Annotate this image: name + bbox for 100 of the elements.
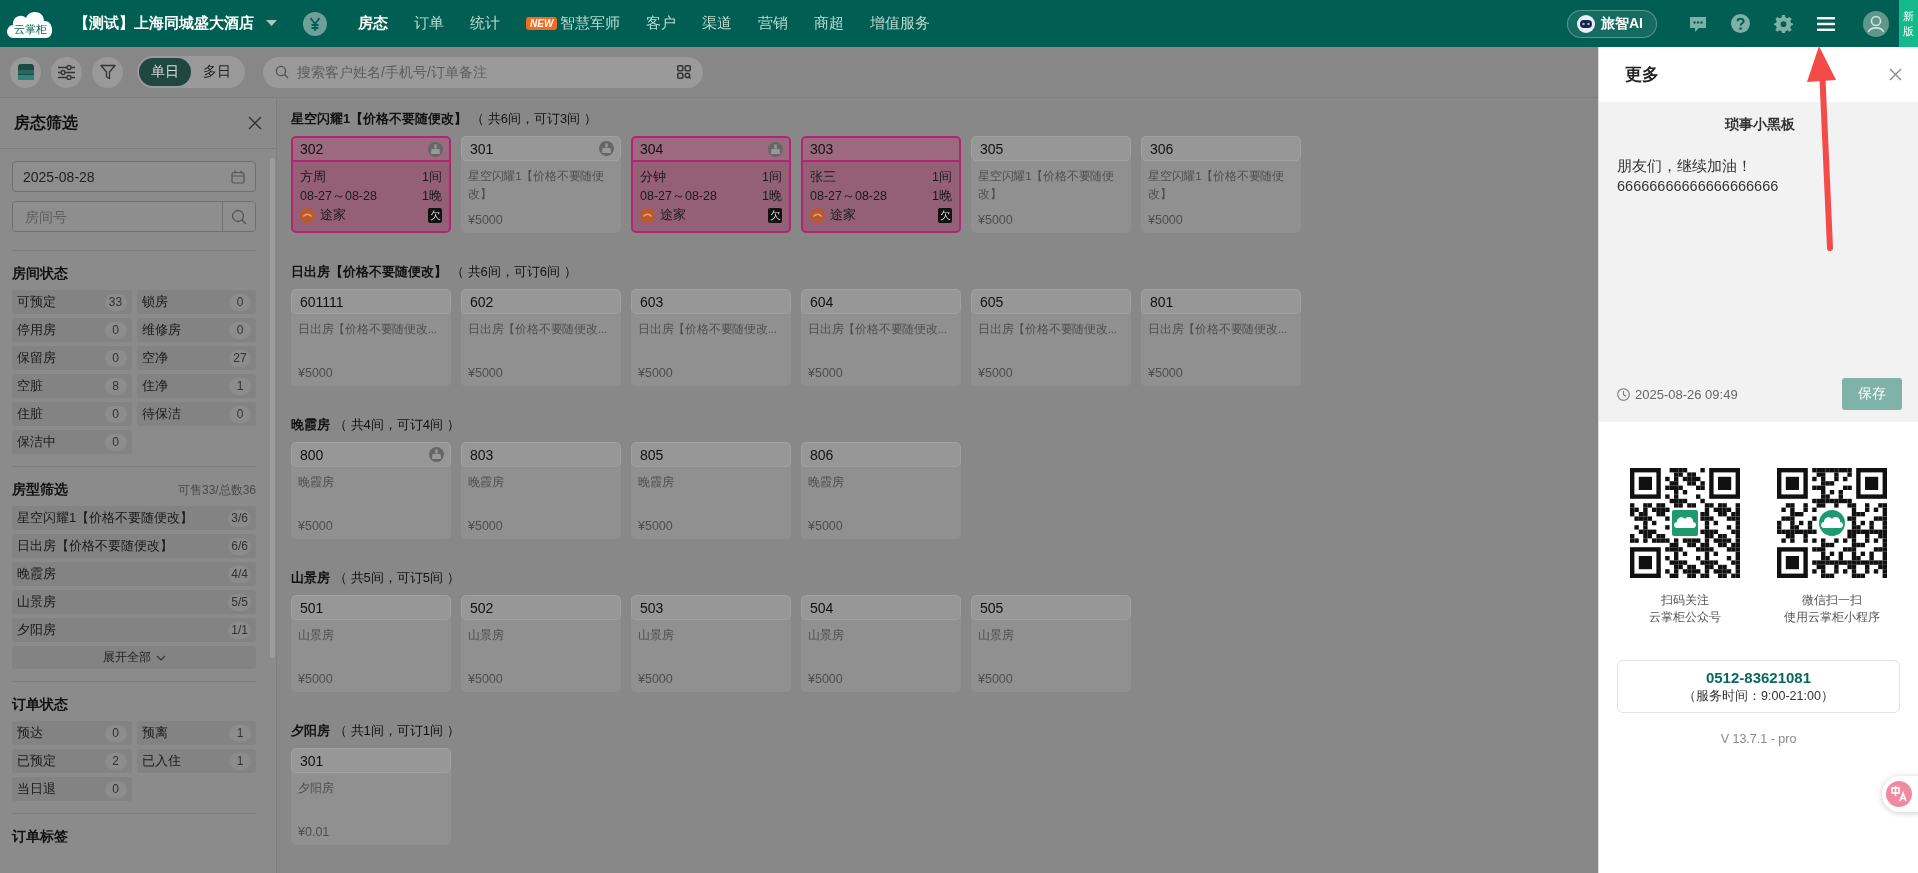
filter-chip[interactable]: 预达 0 — [12, 721, 132, 745]
message-icon[interactable] — [1689, 14, 1707, 33]
nav-tab[interactable]: 增值服务 — [857, 8, 944, 39]
room-card[interactable]: 806 晚霞房 ¥5000 — [801, 442, 961, 539]
filter-chip[interactable]: 山景房 5/5 — [12, 590, 256, 614]
filter-chip[interactable]: 锁房 0 — [136, 290, 256, 314]
view-mode-tab[interactable]: 多日 — [191, 58, 243, 86]
ai-assistant-button[interactable]: 旅智AI — [1567, 9, 1657, 38]
room-card[interactable]: 601111 日出房【价格不要随便改... ¥5000 — [291, 289, 451, 386]
nav-tab[interactable]: 营销 — [745, 8, 802, 39]
filter-chip[interactable]: 已预定 2 — [12, 749, 132, 773]
filter-chip[interactable]: 日出房【价格不要随便改】 6/6 — [12, 534, 256, 558]
search-field[interactable]: 搜索客户姓名/手机号/订单备注 — [263, 56, 703, 88]
filter-chip[interactable]: 夕阳房 1/1 — [12, 618, 256, 642]
count-badge: 5/5 — [228, 593, 251, 611]
scan-icon[interactable] — [677, 65, 691, 79]
avatar-icon[interactable] — [1863, 10, 1889, 37]
room-type-name: 日出房【价格不要随便改... — [468, 321, 608, 337]
view-mode-tab[interactable]: 单日 — [139, 58, 191, 86]
chip-label: 已预定 — [17, 752, 56, 770]
room-card[interactable]: 301 夕阳房 ¥0.01 — [291, 748, 451, 845]
room-price: ¥5000 — [298, 519, 334, 533]
layout-view-button[interactable] — [10, 56, 41, 88]
room-card[interactable]: 603 日出房【价格不要随便改... ¥5000 — [631, 289, 791, 386]
room-price: ¥5000 — [978, 366, 1014, 380]
count-badge: 6/6 — [228, 537, 251, 555]
chip-label: 星空闪耀1【价格不要随便改】 — [17, 509, 194, 527]
nav-tab[interactable]: 订单 — [401, 8, 457, 39]
room-card[interactable]: 303 张三 1间 08-27～08-28 1晚 途家 欠 — [801, 136, 961, 233]
help-icon[interactable] — [1731, 14, 1750, 33]
nav-tab[interactable]: 房态 — [345, 8, 401, 39]
chip-label: 预离 — [141, 724, 168, 742]
count-badge: 0 — [104, 433, 127, 451]
yen-icon[interactable] — [303, 11, 327, 36]
room-price: ¥5000 — [978, 213, 1014, 227]
date-field[interactable]: 2025-08-28 — [12, 161, 256, 192]
room-price: ¥5000 — [638, 519, 674, 533]
nav-tab[interactable]: 渠道 — [689, 8, 746, 39]
close-button[interactable] — [248, 116, 262, 130]
adjust-button[interactable] — [51, 56, 82, 88]
room-card[interactable]: 503 山景房 ¥5000 — [631, 595, 791, 692]
room-card[interactable]: 501 山景房 ¥5000 — [291, 595, 451, 692]
filter-chip[interactable]: 保留房 0 — [12, 346, 132, 370]
room-card[interactable]: 304 分钟 1间 08-27～08-28 1晚 途家 欠 — [631, 136, 791, 233]
room-card[interactable]: 305 星空闪耀1【价格不要随便改】 ¥5000 — [971, 136, 1131, 233]
room-card[interactable]: 306 星空闪耀1【价格不要随便改】 ¥5000 — [1141, 136, 1301, 233]
room-card[interactable]: 801 日出房【价格不要随便改... ¥5000 — [1141, 289, 1301, 386]
chip-label: 可预定 — [17, 293, 56, 311]
translate-button[interactable] — [1882, 776, 1918, 812]
room-price: ¥5000 — [468, 519, 504, 533]
room-type-name: 日出房【价格不要随便改... — [978, 321, 1118, 337]
room-card[interactable]: 301 星空闪耀1【价格不要随便改】 ¥5000 — [461, 136, 621, 233]
filter-chip[interactable]: 星空闪耀1【价格不要随便改】 3/6 — [12, 506, 256, 530]
nav-tab[interactable]: 统计 — [457, 8, 513, 39]
filter-chip[interactable]: 住脏 0 — [12, 402, 132, 426]
search-input[interactable]: 搜索客户姓名/手机号/订单备注 — [295, 63, 671, 81]
room-card[interactable]: 605 日出房【价格不要随便改... ¥5000 — [971, 289, 1131, 386]
expand-all-button[interactable]: 展开全部 — [12, 646, 256, 669]
filter-chip[interactable]: 当日退 0 — [12, 777, 132, 801]
room-card[interactable]: 602 日出房【价格不要随便改... ¥5000 — [461, 289, 621, 386]
search-button[interactable] — [222, 202, 255, 231]
settings-icon[interactable] — [1774, 14, 1793, 33]
room-card[interactable]: 302 方周 1间 08-27～08-28 1晚 途家 欠 — [291, 136, 451, 233]
room-card[interactable]: 805 晚霞房 ¥5000 — [631, 442, 791, 539]
room-card[interactable]: 800 晚霞房 ¥5000 — [291, 442, 451, 539]
filter-chip[interactable]: 预离 1 — [136, 721, 256, 745]
close-button[interactable] — [1889, 68, 1902, 81]
filter-chip[interactable]: 可预定 33 — [12, 290, 132, 314]
room-quantity: 1间 — [932, 169, 952, 186]
filter-chip[interactable]: 维修房 0 — [136, 318, 256, 342]
room-card[interactable]: 505 山景房 ¥5000 — [971, 595, 1131, 692]
nav-tab[interactable]: 客户 — [633, 8, 690, 39]
filter-chip[interactable]: 空脏 8 — [12, 374, 132, 398]
filter-chip[interactable]: 晚霞房 4/4 — [12, 562, 256, 586]
room-number: 603 — [640, 293, 664, 310]
count-badge: 0 — [104, 349, 127, 367]
room-number: 601111 — [300, 293, 344, 310]
calendar-icon[interactable] — [231, 169, 245, 184]
filter-chip[interactable]: 待保洁 0 — [136, 402, 256, 426]
room-price: ¥5000 — [468, 366, 504, 380]
room-card[interactable]: 604 日出房【价格不要随便改... ¥5000 — [801, 289, 961, 386]
room-count-summary: （ 共1间，可订1间 ） — [334, 721, 460, 740]
filter-chip[interactable]: 住净 1 — [136, 374, 256, 398]
nav-tab[interactable]: 商超 — [801, 8, 858, 39]
room-number: 302 — [300, 141, 324, 157]
room-card[interactable]: 504 山景房 ¥5000 — [801, 595, 961, 692]
filter-chip[interactable]: 空净 27 — [136, 346, 256, 370]
filter-chip[interactable]: 保洁中 0 — [12, 430, 132, 454]
channel-logo-icon — [300, 208, 315, 223]
panel-title: 房态筛选 — [14, 112, 78, 133]
hotel-selector[interactable]: 【测试】上海同城盛大酒店 — [74, 14, 277, 33]
room-card[interactable]: 502 山景房 ¥5000 — [461, 595, 621, 692]
filter-chip[interactable]: 停用房 0 — [12, 318, 132, 342]
filter-chip[interactable]: 已入住 1 — [136, 749, 256, 773]
menu-icon[interactable] — [1817, 15, 1835, 32]
channel-name: 途家 — [320, 207, 346, 224]
channel-logo-icon — [640, 208, 655, 223]
room-card[interactable]: 803 晚霞房 ¥5000 — [461, 442, 621, 539]
room-type-title: 日出房【价格不要随便改】 — [291, 262, 447, 281]
filter-button[interactable] — [92, 56, 123, 88]
